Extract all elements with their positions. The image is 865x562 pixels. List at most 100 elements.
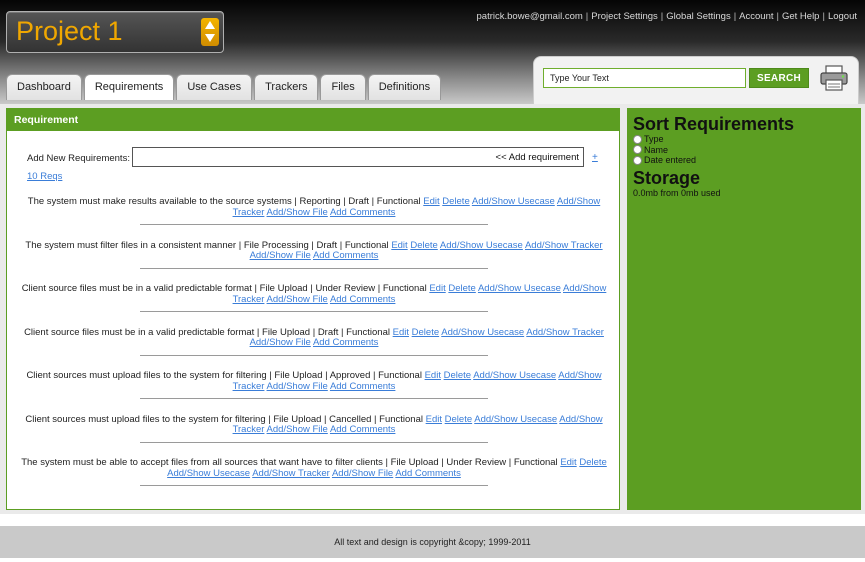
list-item: Client sources must upload files to the … bbox=[19, 413, 609, 459]
divider bbox=[140, 224, 488, 225]
add-show-tracker-link[interactable]: Add/Show Tracker bbox=[525, 240, 603, 251]
account-link[interactable]: Account bbox=[739, 11, 773, 22]
sort-option-name[interactable]: Name bbox=[633, 145, 855, 156]
add-show-file-link[interactable]: Add/Show File bbox=[267, 207, 328, 218]
tab-definitions[interactable]: Definitions bbox=[367, 74, 442, 100]
tab-use-cases[interactable]: Use Cases bbox=[176, 74, 253, 100]
edit-link[interactable]: Edit bbox=[429, 283, 445, 294]
add-comments-link[interactable]: Add Comments bbox=[313, 250, 378, 261]
add-show-file-link[interactable]: Add/Show File bbox=[332, 468, 393, 479]
add-comments-link[interactable]: Add Comments bbox=[313, 337, 378, 348]
add-show-file-link[interactable]: Add/Show File bbox=[267, 424, 328, 435]
add-show-usecase-link[interactable]: Add/Show Usecase bbox=[441, 327, 524, 338]
storage-title: Storage bbox=[633, 167, 701, 188]
delete-link[interactable]: Delete bbox=[579, 457, 606, 468]
radio-button[interactable] bbox=[633, 145, 642, 155]
edit-link[interactable]: Edit bbox=[423, 196, 439, 207]
list-item: The system must be able to accept files … bbox=[19, 457, 609, 502]
add-show-tracker-link[interactable]: Add/Show Tracker bbox=[252, 468, 330, 479]
edit-link[interactable]: Edit bbox=[393, 327, 409, 338]
add-show-file-link[interactable]: Add/Show File bbox=[267, 381, 328, 392]
add-comments-link[interactable]: Add Comments bbox=[330, 381, 395, 392]
radio-button[interactable] bbox=[633, 155, 642, 165]
add-show-file-link[interactable]: Add/Show File bbox=[267, 294, 328, 305]
add-show-usecase-link[interactable]: Add/Show Usecase bbox=[472, 196, 555, 207]
sort-option-label: Type bbox=[644, 134, 664, 144]
add-show-tracker-link[interactable]: Add/Show Tracker bbox=[526, 327, 604, 338]
add-requirement-input[interactable] bbox=[132, 147, 584, 167]
delete-link[interactable]: Delete bbox=[442, 196, 469, 207]
global-settings-link[interactable]: Global Settings bbox=[666, 11, 730, 22]
search-input[interactable] bbox=[543, 68, 746, 88]
edit-link[interactable]: Edit bbox=[560, 457, 576, 468]
divider bbox=[140, 485, 488, 486]
add-show-usecase-link[interactable]: Add/Show Usecase bbox=[474, 414, 557, 425]
delete-link[interactable]: Delete bbox=[448, 283, 475, 294]
requirement-text: Client source files must be in a valid p… bbox=[21, 283, 427, 294]
up-down-arrows-icon[interactable] bbox=[201, 18, 219, 46]
add-show-usecase-link[interactable]: Add/Show Usecase bbox=[440, 240, 523, 251]
add-show-usecase-link[interactable]: Add/Show Usecase bbox=[473, 370, 556, 381]
tab-trackers[interactable]: Trackers bbox=[254, 74, 319, 100]
project-settings-link[interactable]: Project Settings bbox=[591, 11, 658, 22]
add-comments-link[interactable]: Add Comments bbox=[395, 468, 460, 479]
project-selector[interactable]: Project 1 bbox=[6, 11, 224, 53]
add-comments-link[interactable]: Add Comments bbox=[330, 207, 395, 218]
search-button[interactable]: SEARCH bbox=[749, 68, 809, 88]
divider bbox=[140, 398, 488, 399]
radio-button[interactable] bbox=[633, 134, 642, 144]
divider bbox=[140, 267, 488, 269]
requirement-text: The system must filter files in a consis… bbox=[25, 239, 389, 251]
get-help-link[interactable]: Get Help bbox=[782, 11, 820, 22]
delete-link[interactable]: Delete bbox=[410, 240, 437, 251]
requirements-panel: Requirement Add New Requirements: + 10 R… bbox=[6, 108, 620, 510]
search-panel: SEARCH bbox=[533, 56, 859, 104]
sort-option-label: Name bbox=[644, 144, 669, 155]
edit-link[interactable]: Edit bbox=[391, 240, 407, 251]
list-item: Client source files must be in a valid p… bbox=[19, 283, 609, 328]
main-area: Requirement Add New Requirements: + 10 R… bbox=[0, 104, 865, 514]
add-show-usecase-link[interactable]: Add/Show Usecase bbox=[478, 283, 561, 294]
list-item: Client sources must upload files to the … bbox=[19, 370, 609, 415]
logout-link[interactable]: Logout bbox=[828, 11, 857, 22]
tab-requirements[interactable]: Requirements bbox=[83, 74, 175, 100]
sort-option-type[interactable]: Type bbox=[633, 134, 855, 145]
requirement-text: Client source files must be in a valid p… bbox=[24, 326, 390, 338]
add-comments-link[interactable]: Add Comments bbox=[330, 424, 395, 435]
add-show-file-link[interactable]: Add/Show File bbox=[250, 337, 311, 348]
delete-link[interactable]: Delete bbox=[445, 414, 472, 425]
tab-dashboard[interactable]: Dashboard bbox=[6, 74, 82, 100]
printer-icon[interactable] bbox=[819, 63, 849, 93]
requirement-text: Client sources must upload files to the … bbox=[26, 370, 422, 381]
tab-files[interactable]: Files bbox=[320, 74, 366, 100]
app-header: Project 1 patrick.bowe@gmail.com | Project… bbox=[0, 0, 865, 104]
sort-option-label: Date entered bbox=[644, 155, 697, 165]
list-item: Client source files must be in a valid p… bbox=[19, 326, 609, 372]
account-links: patrick.bowe@gmail.com | Project Settings |… bbox=[476, 11, 857, 22]
sort-option-date-entered[interactable]: Date entered bbox=[633, 155, 855, 166]
storage-usage-text: 0.0mb from 0mb used bbox=[633, 187, 721, 198]
add-show-usecase-link[interactable]: Add/Show Usecase bbox=[167, 468, 250, 479]
add-comments-link[interactable]: Add Comments bbox=[330, 294, 395, 305]
requirements-panel-title: Requirement bbox=[7, 109, 619, 131]
requirement-text: The system must make results available t… bbox=[27, 196, 421, 207]
requirement-count-link[interactable]: 10 Reqs bbox=[27, 171, 62, 182]
footer: All text and design is copyright &copy; … bbox=[0, 526, 865, 558]
add-show-file-link[interactable]: Add/Show File bbox=[250, 250, 311, 261]
divider bbox=[140, 354, 488, 356]
requirement-text: Client sources must upload files to the … bbox=[25, 413, 423, 425]
edit-link[interactable]: Edit bbox=[426, 414, 442, 425]
user-email-link[interactable]: patrick.bowe@gmail.com bbox=[477, 11, 583, 22]
edit-link[interactable]: Edit bbox=[425, 370, 441, 381]
requirement-text: The system must be able to accept files … bbox=[21, 457, 558, 468]
delete-link[interactable]: Delete bbox=[444, 370, 471, 381]
divider bbox=[140, 441, 488, 443]
project-name: Project 1 bbox=[16, 16, 123, 46]
sort-requirements-title: Sort Requirements bbox=[633, 114, 795, 134]
divider bbox=[140, 311, 488, 312]
main-tabs: Dashboard Requirements Use Cases Tracker… bbox=[6, 74, 443, 100]
add-requirement-plus-link[interactable]: + bbox=[592, 152, 598, 163]
delete-link[interactable]: Delete bbox=[412, 327, 439, 338]
requirement-list: The system must make results available t… bbox=[19, 196, 609, 502]
list-item: The system must filter files in a consis… bbox=[19, 239, 609, 285]
